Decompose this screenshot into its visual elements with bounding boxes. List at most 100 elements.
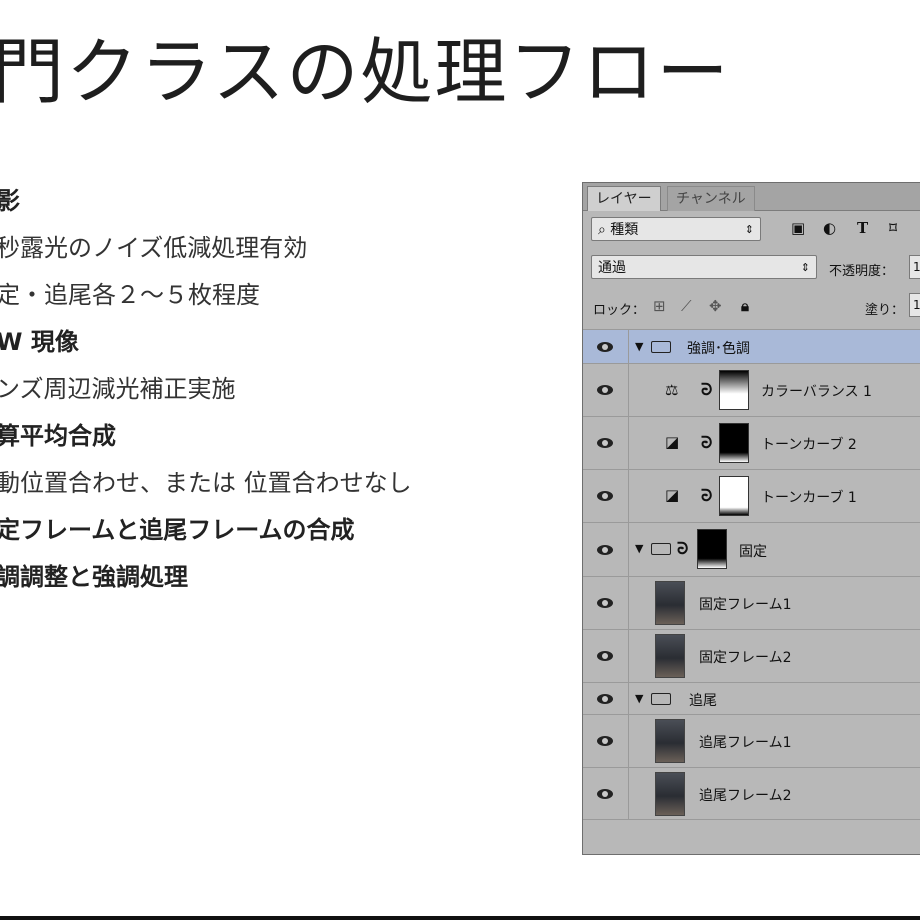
visibility-cell[interactable] — [583, 768, 629, 819]
layer-row[interactable]: ▼ ᘒ 固定 — [583, 522, 920, 576]
disclosure-triangle-icon[interactable]: ▼ — [635, 340, 643, 353]
folder-icon — [651, 543, 671, 555]
visibility-cell[interactable] — [583, 523, 629, 576]
panel-tab-bar: レイヤー チャンネル — [583, 183, 920, 211]
folder-icon — [651, 341, 671, 353]
type-filter-icon[interactable]: T — [857, 219, 868, 237]
lock-transparent-icon[interactable]: ⊞ — [653, 297, 666, 315]
color-balance-icon: ⚖ — [665, 381, 679, 399]
curves-icon: ◪ — [665, 486, 680, 504]
layer-row[interactable]: 固定フレーム2 — [583, 629, 920, 682]
visibility-cell[interactable] — [583, 364, 629, 416]
layer-thumbnail[interactable] — [655, 581, 685, 625]
visibility-cell[interactable] — [583, 715, 629, 767]
layer-thumbnail[interactable] — [655, 772, 685, 816]
layer-row[interactable]: 追尾フレーム2 — [583, 767, 920, 820]
bullet-item: ンズ周辺減光補正実施 — [0, 375, 236, 403]
eye-icon[interactable] — [597, 545, 613, 555]
link-icon: ᘒ — [701, 486, 713, 505]
layer-name: 追尾フレーム2 — [699, 788, 792, 804]
updown-arrow-icon: ⇕ — [800, 261, 810, 274]
tab-layers[interactable]: レイヤー — [587, 186, 661, 211]
layers-panel: レイヤー チャンネル ⌕ 種類 ⇕ ▣ ◐ T ⌑ 通過 ⇕ 不透明度： 1 ロ… — [582, 182, 920, 855]
layer-mask-thumbnail[interactable] — [719, 476, 749, 516]
layer-name: 強調･色調 — [687, 341, 750, 357]
bullet-item: 定・追尾各２～５枚程度 — [0, 281, 260, 309]
shape-filter-icon[interactable]: ⌑ — [889, 219, 897, 237]
bullet-item: 秒露光のノイズ低減処理有効 — [0, 234, 308, 262]
opacity-label: 不透明度： — [829, 264, 895, 279]
bullet-item: 算平均合成 — [0, 422, 116, 450]
filter-row: ⌕ 種類 ⇕ ▣ ◐ T ⌑ — [583, 213, 920, 247]
filter-kind-value: 種類 — [610, 222, 639, 238]
disclosure-triangle-icon[interactable]: ▼ — [635, 542, 643, 555]
disclosure-triangle-icon[interactable]: ▼ — [635, 692, 643, 705]
layer-name: カラーバランス 1 — [761, 384, 872, 400]
link-icon: ᘒ — [701, 380, 713, 399]
link-icon: ᘒ — [677, 539, 689, 558]
visibility-cell[interactable] — [583, 330, 629, 363]
layer-name: 固定フレーム2 — [699, 650, 792, 666]
bullet-item: 調調整と強調処理 — [0, 563, 188, 591]
eye-icon[interactable] — [597, 598, 613, 608]
eye-icon[interactable] — [597, 385, 613, 395]
curves-icon: ◪ — [665, 433, 680, 451]
layer-name: 追尾フレーム1 — [699, 735, 792, 751]
layer-name: 固定フレーム1 — [699, 597, 792, 613]
opacity-field[interactable]: 1 — [909, 255, 920, 279]
layer-thumbnail[interactable] — [655, 634, 685, 678]
layer-row[interactable]: ◪ ᘒ トーンカーブ 2 — [583, 416, 920, 469]
link-icon: ᘒ — [701, 433, 713, 452]
layer-name: トーンカーブ 2 — [761, 437, 857, 453]
layer-name: 固定 — [739, 544, 767, 560]
bullet-list: 影 秒露光のノイズ低減処理有効 定・追尾各２～５枚程度 W 現像 ンズ周辺減光補… — [0, 178, 412, 601]
brush-icon[interactable]: ⟋ — [681, 297, 692, 315]
lock-icon[interactable]: 🔒︎ — [741, 297, 749, 315]
layer-mask-thumbnail[interactable] — [719, 370, 749, 410]
visibility-cell[interactable] — [583, 630, 629, 682]
tab-channels[interactable]: チャンネル — [667, 186, 755, 211]
adjustment-filter-icon[interactable]: ◐ — [823, 219, 836, 237]
eye-icon[interactable] — [597, 694, 613, 704]
slide-title: 門クラスの処理フロー — [0, 30, 731, 114]
fill-label: 塗り： — [865, 303, 905, 318]
layer-row[interactable]: 固定フレーム1 — [583, 576, 920, 629]
blend-mode-select[interactable]: 通過 ⇕ — [591, 255, 817, 279]
move-icon[interactable]: ✥ — [709, 297, 722, 315]
filter-kind-select[interactable]: ⌕ 種類 ⇕ — [591, 217, 761, 241]
layer-row[interactable]: ▼ 追尾 — [583, 682, 920, 714]
fill-field[interactable]: 1 — [909, 293, 920, 317]
updown-arrow-icon: ⇕ — [744, 223, 754, 236]
lock-label: ロック： — [593, 303, 646, 318]
bullet-item: 影 — [0, 187, 20, 215]
eye-icon[interactable] — [597, 491, 613, 501]
layer-row[interactable]: ▼ 強調･色調 — [583, 329, 920, 363]
visibility-cell[interactable] — [583, 417, 629, 469]
lock-row: ロック： ⊞ ⟋ ✥ 🔒︎ 塗り： 1 — [583, 291, 920, 323]
visibility-cell[interactable] — [583, 577, 629, 629]
layer-thumbnail[interactable] — [655, 719, 685, 763]
blend-mode-value: 通過 — [598, 260, 626, 276]
eye-icon[interactable] — [597, 736, 613, 746]
eye-icon[interactable] — [597, 438, 613, 448]
blend-row: 通過 ⇕ 不透明度： 1 — [583, 253, 920, 283]
eye-icon[interactable] — [597, 651, 613, 661]
layer-row[interactable]: ◪ ᘒ トーンカーブ 1 — [583, 469, 920, 522]
bullet-item: 定フレームと追尾フレームの合成 — [0, 516, 355, 544]
bottom-border — [0, 916, 920, 920]
visibility-cell[interactable] — [583, 470, 629, 522]
bullet-item: W 現像 — [0, 328, 79, 356]
layer-row[interactable]: 追尾フレーム1 — [583, 714, 920, 767]
search-icon: ⌕ — [598, 222, 611, 238]
layer-name: 追尾 — [689, 693, 717, 709]
layer-row[interactable]: ⚖ ᘒ カラーバランス 1 — [583, 363, 920, 416]
eye-icon[interactable] — [597, 789, 613, 799]
layer-mask-thumbnail[interactable] — [697, 529, 727, 569]
visibility-cell[interactable] — [583, 683, 629, 714]
image-filter-icon[interactable]: ▣ — [791, 219, 805, 237]
bullet-item: 動位置合わせ、または 位置合わせなし — [0, 469, 412, 497]
folder-icon — [651, 693, 671, 705]
layer-mask-thumbnail[interactable] — [719, 423, 749, 463]
eye-icon[interactable] — [597, 342, 613, 352]
layer-name: トーンカーブ 1 — [761, 490, 857, 506]
